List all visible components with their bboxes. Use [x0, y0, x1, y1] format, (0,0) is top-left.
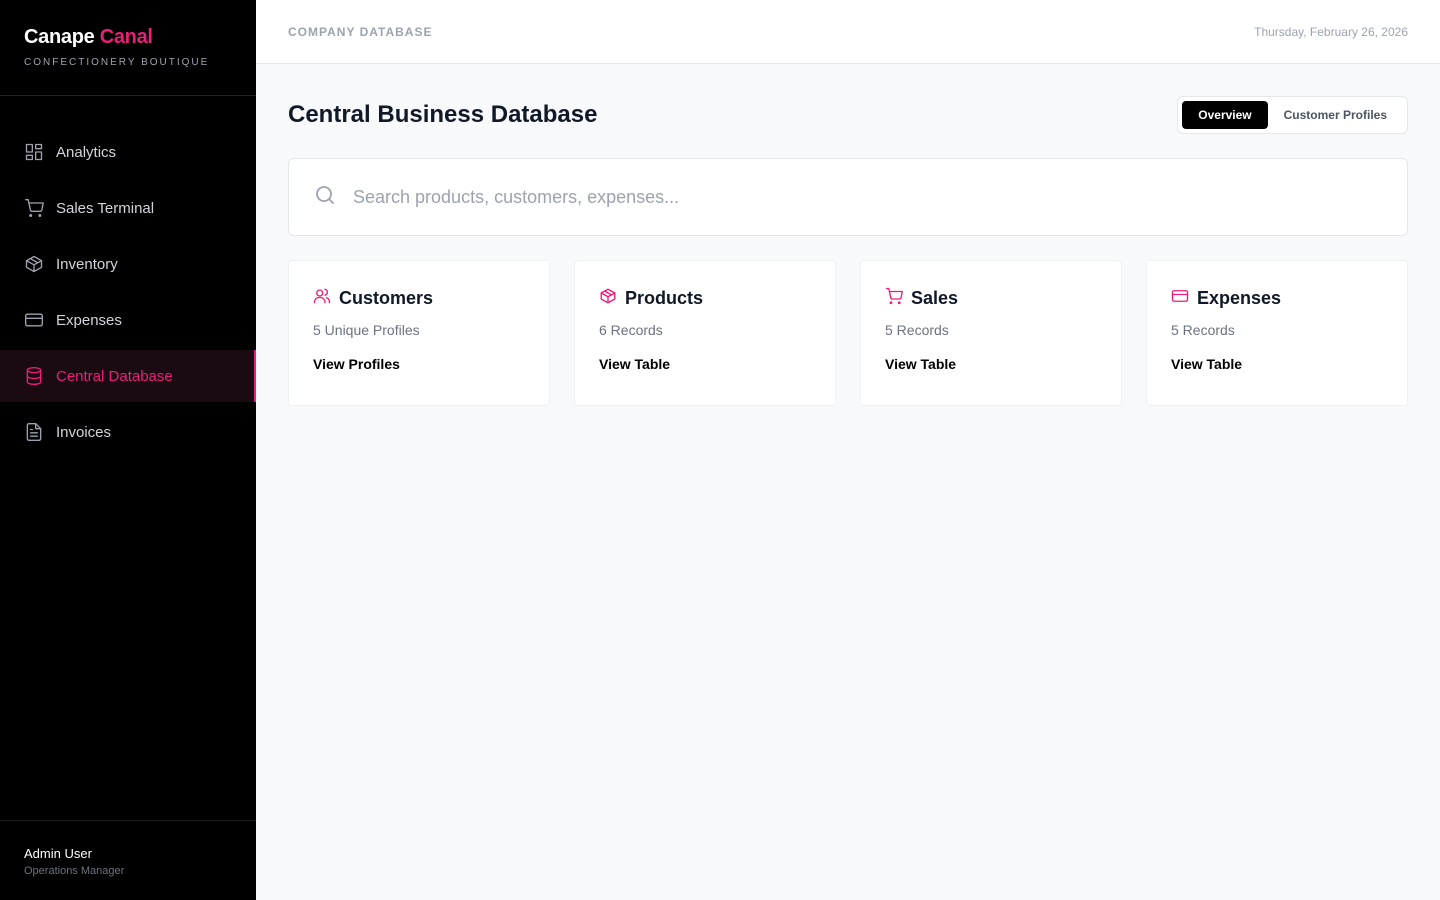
- brand-subtitle: CONFECTIONERY BOUTIQUE: [24, 57, 210, 68]
- sidebar-item-label: Central Database: [56, 367, 173, 385]
- sidebar-item-label: Sales Terminal: [56, 199, 155, 217]
- card-title: Products: [625, 288, 704, 308]
- user-profile[interactable]: Admin User Operations Manager: [0, 820, 256, 900]
- view-table-link[interactable]: View Table: [599, 356, 670, 372]
- card-title: Expenses: [1197, 288, 1282, 308]
- grid-icon: [24, 142, 44, 162]
- sidebar-item-inventory[interactable]: Inventory: [0, 238, 256, 290]
- sidebar-nav: Analytics Sales Terminal Inventory Expen…: [0, 96, 256, 820]
- view-profiles-link[interactable]: View Profiles: [313, 356, 400, 372]
- sidebar-item-central-database[interactable]: Central Database: [0, 350, 256, 402]
- title-row: Central Business Database Overview Custo…: [288, 96, 1408, 134]
- sidebar-item-analytics[interactable]: Analytics: [0, 126, 256, 178]
- sidebar-item-label: Invoices: [56, 423, 112, 441]
- view-table-link[interactable]: View Table: [1171, 356, 1242, 372]
- content: Central Business Database Overview Custo…: [256, 64, 1440, 406]
- document-icon: [24, 422, 44, 442]
- card-products: Products 6 Records View Table: [574, 260, 836, 406]
- card-count: 5 Records: [885, 322, 949, 338]
- card-count: 5 Unique Profiles: [313, 322, 420, 338]
- card-expenses: Expenses 5 Records View Table: [1146, 260, 1408, 406]
- main-area: COMPANY DATABASE Thursday, February 26, …: [256, 0, 1440, 900]
- brand-name-primary: Canape: [24, 26, 95, 48]
- card-title: Sales: [911, 288, 959, 308]
- brand-name[interactable]: Canape Canal: [24, 26, 232, 49]
- tab-overview[interactable]: Overview: [1182, 101, 1268, 129]
- card-title: Customers: [339, 288, 434, 308]
- card-sales: Sales 5 Records View Table: [860, 260, 1122, 406]
- user-role: Operations Manager: [24, 865, 125, 877]
- search-icon: [313, 183, 337, 212]
- cart-icon: [24, 198, 44, 218]
- box-icon: [599, 287, 625, 310]
- breadcrumb: COMPANY DATABASE: [288, 24, 433, 39]
- card-header: Sales: [885, 287, 1097, 310]
- card-header: Expenses: [1171, 287, 1383, 310]
- current-date: Thursday, February 26, 2026: [1254, 24, 1408, 39]
- summary-cards: Customers 5 Unique Profiles View Profile…: [288, 260, 1408, 406]
- sidebar-item-label: Expenses: [56, 311, 122, 329]
- cart-icon: [885, 287, 911, 310]
- sidebar-item-sales-terminal[interactable]: Sales Terminal: [0, 182, 256, 234]
- tab-customer-profiles[interactable]: Customer Profiles: [1268, 101, 1403, 129]
- card-count: 6 Records: [599, 322, 663, 338]
- brand-name-accent: Canal: [99, 26, 153, 48]
- page-title: Central Business Database: [288, 101, 598, 128]
- brand: Canape Canal CONFECTIONERY BOUTIQUE: [0, 0, 256, 96]
- sidebar-item-invoices[interactable]: Invoices: [0, 406, 256, 458]
- box-icon: [24, 254, 44, 274]
- card-customers: Customers 5 Unique Profiles View Profile…: [288, 260, 550, 406]
- sidebar-item-label: Inventory: [56, 255, 118, 273]
- view-tabs: Overview Customer Profiles: [1177, 96, 1408, 134]
- card-icon: [1171, 287, 1197, 310]
- topbar: COMPANY DATABASE Thursday, February 26, …: [256, 0, 1440, 64]
- users-icon: [313, 287, 339, 310]
- database-icon: [24, 366, 44, 386]
- card-count: 5 Records: [1171, 322, 1235, 338]
- card-header: Customers: [313, 287, 525, 310]
- search-input[interactable]: [353, 186, 1353, 208]
- card-icon: [24, 310, 44, 330]
- user-name: Admin User: [24, 846, 92, 861]
- sidebar-item-expenses[interactable]: Expenses: [0, 294, 256, 346]
- search-bar: [288, 158, 1408, 236]
- sidebar: Canape Canal CONFECTIONERY BOUTIQUE Anal…: [0, 0, 256, 900]
- sidebar-item-label: Analytics: [56, 143, 117, 161]
- card-header: Products: [599, 287, 811, 310]
- view-table-link[interactable]: View Table: [885, 356, 956, 372]
